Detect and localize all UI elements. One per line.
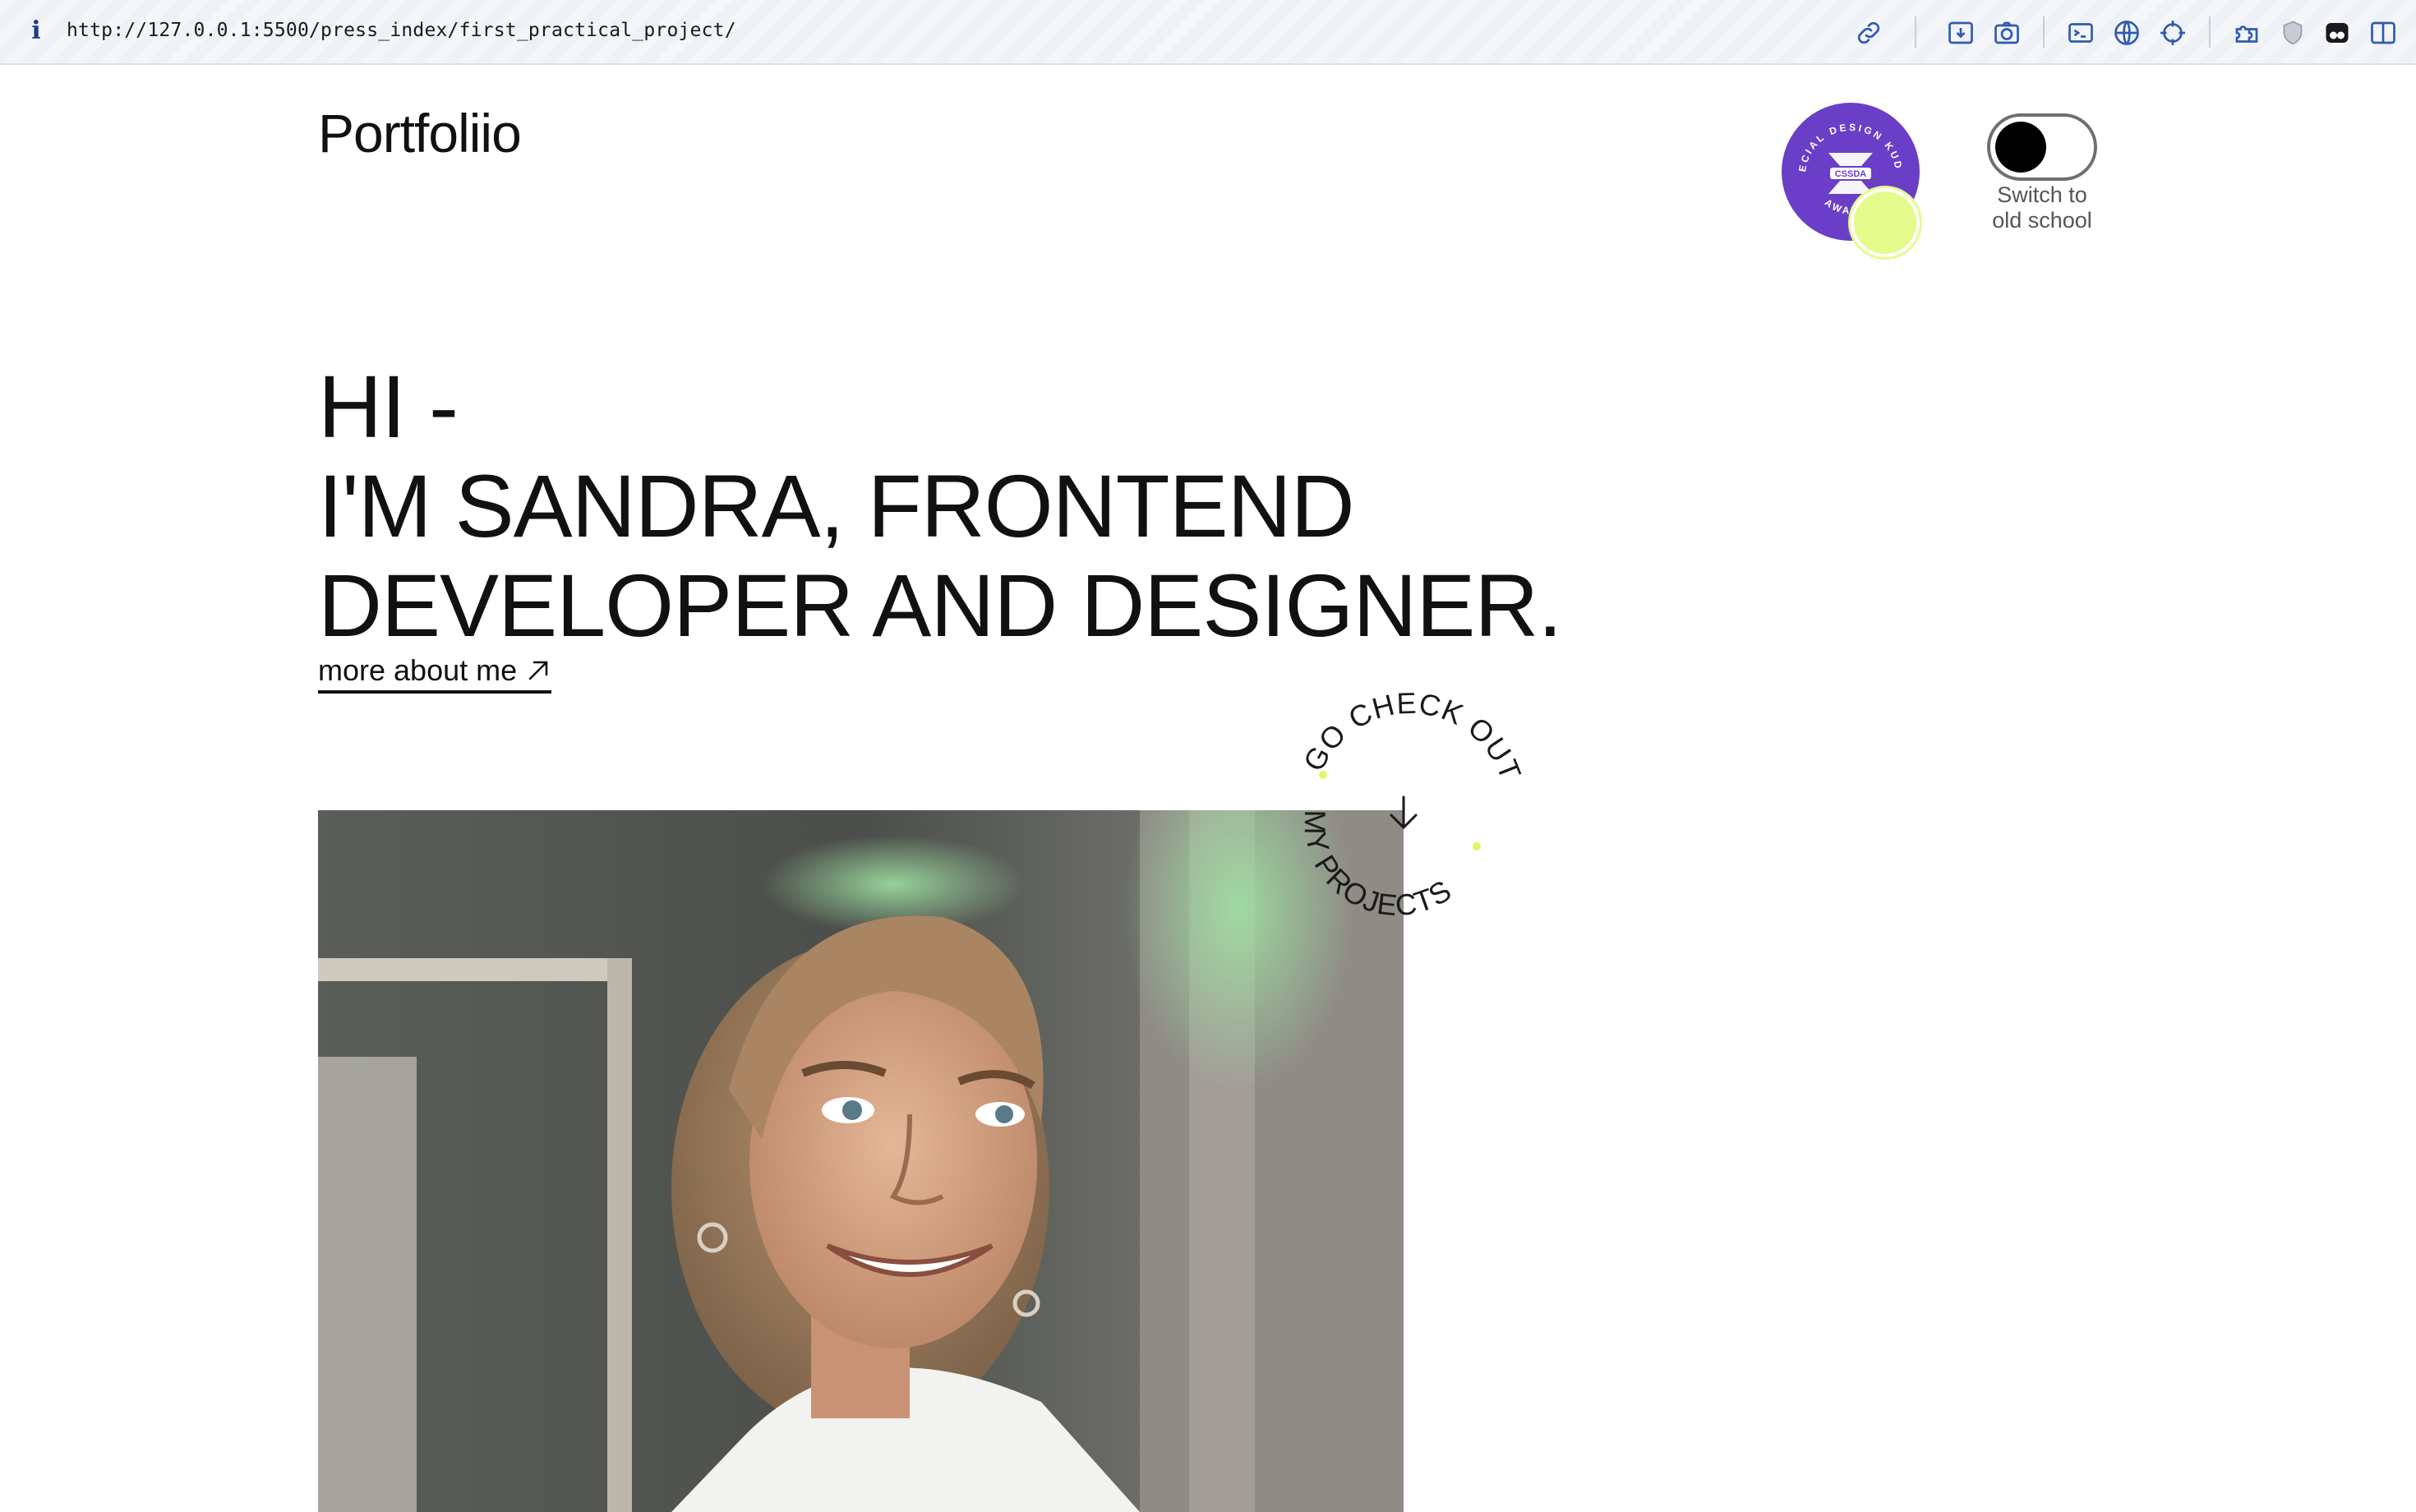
browser-address-bar: i http://127.0.0.1:5500/press_index/firs…: [0, 0, 2416, 65]
site-logo[interactable]: Portfoliio: [318, 102, 522, 164]
hero-heading: HI - I'M SANDRA, FRONTEND DEVELOPER AND …: [318, 357, 1562, 655]
shield-icon[interactable]: [2278, 18, 2308, 48]
profile-icon[interactable]: [2322, 18, 2352, 48]
link-icon[interactable]: [1854, 18, 1883, 48]
crosshair-icon[interactable]: [2158, 18, 2188, 48]
toggle-label: Switch to old school: [1956, 182, 2128, 233]
toggle-label-line2: old school: [1992, 208, 2092, 233]
more-about-me-label: more about me: [318, 653, 518, 687]
check-out-projects-button[interactable]: GO CHECK OUT MY PROJECTS: [1282, 686, 1528, 937]
sidebar-icon[interactable]: [2368, 18, 2398, 48]
extensions-icon[interactable]: [2232, 18, 2262, 48]
arrow-up-right-icon: [525, 656, 551, 682]
toolbar-separator: [2209, 16, 2211, 48]
portrait-photo: [318, 810, 1404, 1512]
url-field[interactable]: http://127.0.0.1:5500/press_index/first_…: [67, 20, 736, 41]
hero-line-1: HI -: [318, 357, 459, 456]
toggle-knob: [1995, 122, 2046, 173]
camera-icon[interactable]: [1992, 18, 2022, 48]
accent-dot: [1319, 771, 1327, 779]
toolbar-separator: [2043, 16, 2045, 48]
cta-bottom-text: MY PROJECTS: [1298, 810, 1457, 923]
arrow-down-icon: [1390, 795, 1418, 830]
svg-text:GO CHECK OUT: GO CHECK OUT: [1297, 686, 1528, 786]
toggle-label-line1: Switch to: [1997, 182, 2087, 207]
hero-line-3: DEVELOPER AND DESIGNER.: [318, 555, 1562, 655]
hero-line-2: I'M SANDRA, FRONTEND: [318, 456, 1355, 555]
terminal-icon[interactable]: [2066, 18, 2096, 48]
badge-center-text: CSSDA: [1835, 169, 1867, 179]
more-about-me-link[interactable]: more about me: [318, 652, 551, 694]
cursor-highlight: [1854, 191, 1916, 254]
toolbar-separator: [1915, 16, 1916, 48]
svg-text:MY PROJECTS: MY PROJECTS: [1298, 810, 1458, 923]
accent-dot: [1473, 842, 1481, 850]
download-icon[interactable]: [1946, 18, 1976, 48]
info-icon[interactable]: i: [26, 16, 46, 46]
old-school-toggle[interactable]: [1987, 113, 2097, 181]
cta-top-text: GO CHECK OUT: [1297, 686, 1528, 786]
globe-icon[interactable]: [2112, 18, 2142, 48]
